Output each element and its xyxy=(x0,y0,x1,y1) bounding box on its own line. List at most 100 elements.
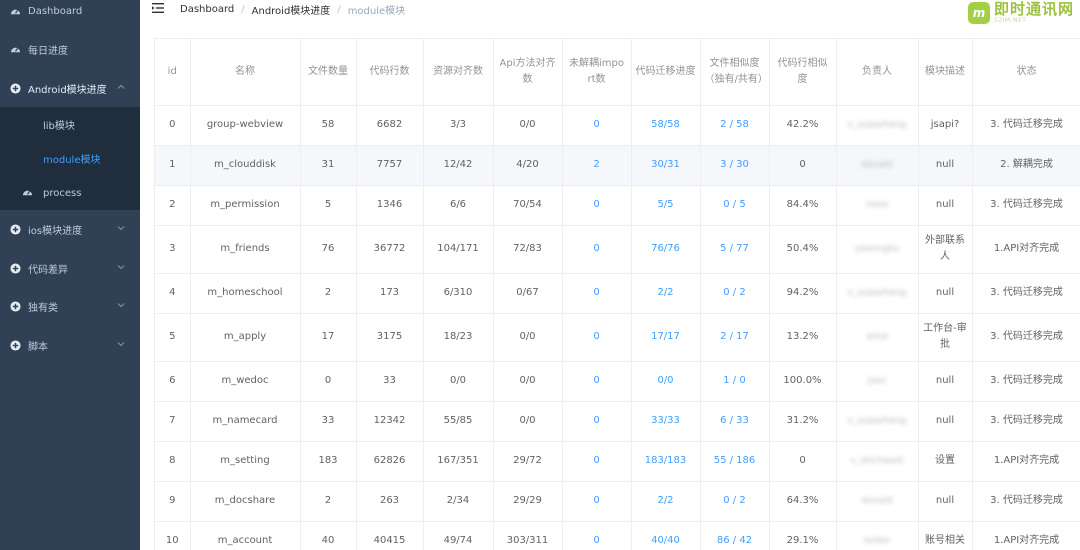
table-row[interactable]: 4 m_homeschool 2 173 6/310 0/67 0 2/2 0 / 2 94.2%… xyxy=(155,273,1080,314)
owner-name: jiaxi xyxy=(867,376,887,386)
owner-name: v_xujiazhang xyxy=(847,120,907,130)
table-row[interactable]: 2 m_permission 5 1346 6/6 70/54 0 5/5 0 / 5 84.4%… xyxy=(155,185,1080,226)
owner-name: donald xyxy=(861,160,893,170)
sidebar-item-unique-classes[interactable]: 独有类 xyxy=(0,287,140,325)
cell-text: m_apply xyxy=(223,331,267,342)
table-cell: v_xujiazhang xyxy=(836,105,919,146)
sidebar-item-dashboard[interactable]: Dashboard xyxy=(0,0,140,30)
cell-link[interactable]: 0 / 5 xyxy=(723,199,745,210)
owner-name: wind xyxy=(866,332,888,342)
sidebar-item-scripts[interactable]: 脚本 xyxy=(0,326,140,364)
sidebar-item-code-diff[interactable]: 代码差异 xyxy=(0,249,140,287)
table-row[interactable]: 6 m_wedoc 0 33 0/0 0/0 0 0/0 1 / 0 100.0% jiaxi nul… xyxy=(155,361,1080,402)
cell-link[interactable]: 33/33 xyxy=(651,415,680,426)
table-cell: 2 / 58 xyxy=(700,105,770,146)
table-cell: v_xujiazhang xyxy=(836,401,919,442)
table-cell: m_wedoc xyxy=(190,361,301,402)
cell-link[interactable]: 2/2 xyxy=(657,495,673,506)
cell-text: 13.2% xyxy=(786,331,819,342)
sidebar-item-label: 脚本 xyxy=(28,341,48,353)
cell-link[interactable]: 0 xyxy=(593,415,599,426)
cell-link[interactable]: 30/31 xyxy=(651,159,680,170)
cell-text: 29/72 xyxy=(513,455,542,466)
sidebar-subitem-lib[interactable]: lib模块 xyxy=(0,107,140,141)
hamburger-icon[interactable] xyxy=(152,2,164,14)
owner-name: donald xyxy=(861,496,893,506)
table-row[interactable]: 10 m_account 40 40415 49/74 303/311 0 40/40 86 /… xyxy=(155,521,1080,550)
cell-link[interactable]: 86 / 42 xyxy=(717,535,752,546)
breadcrumb-item-dashboard[interactable]: Dashboard xyxy=(180,4,234,15)
cell-link[interactable]: 0 xyxy=(593,535,599,546)
cell-text: 7 xyxy=(169,415,176,426)
cell-link[interactable]: 1 / 0 xyxy=(723,375,745,386)
table-cell: 3. 代码迁移完成 xyxy=(972,481,1080,522)
cell-link[interactable]: 0 xyxy=(593,243,599,254)
column-header: 状态 xyxy=(972,39,1080,106)
table-cell: 3. 代码迁移完成 xyxy=(972,401,1080,442)
cell-link[interactable]: 17/17 xyxy=(651,331,680,342)
cell-text: m_account xyxy=(217,535,273,546)
sidebar-item-daily-progress[interactable]: 每日进度 xyxy=(0,30,140,68)
cell-link[interactable]: 0 xyxy=(593,287,599,298)
cell-link[interactable]: 2/2 xyxy=(657,287,673,298)
cell-link[interactable]: 0 / 2 xyxy=(723,495,745,506)
table-row[interactable]: 8 m_setting 183 62826 167/351 29/72 0 183/183 55… xyxy=(155,441,1080,482)
logo-badge-icon: m xyxy=(967,2,990,24)
table-row[interactable]: 1 m_clouddisk 31 7757 12/42 4/20 2 30/31 3 / 30 0… xyxy=(155,145,1080,186)
cell-link[interactable]: 0 xyxy=(593,455,599,466)
cell-text: 8 xyxy=(169,455,176,466)
sidebar-subitem-label: lib模块 xyxy=(43,120,75,132)
table-cell: 0 xyxy=(562,273,632,314)
cell-text: 18/23 xyxy=(443,331,473,342)
cell-text: 3. 代码迁移完成 xyxy=(990,331,1063,342)
cell-text: 1 xyxy=(169,159,176,170)
cell-text: 3. 代码迁移完成 xyxy=(990,415,1063,426)
table-row[interactable]: 0 group-webview 58 6682 3/3 0/0 0 58/58 2 / 58 42… xyxy=(155,105,1080,146)
cell-link[interactable]: 2 / 58 xyxy=(720,119,749,130)
cell-link[interactable]: 0 xyxy=(593,375,599,386)
cell-link[interactable]: 58/58 xyxy=(651,119,680,130)
table-cell: 2 xyxy=(155,185,191,226)
cell-text: null xyxy=(935,375,955,386)
cell-link[interactable]: 76/76 xyxy=(651,243,680,254)
cell-link[interactable]: 0 xyxy=(593,495,599,506)
cell-link[interactable]: 6 / 33 xyxy=(720,415,749,426)
cell-text: 12342 xyxy=(373,415,406,426)
sidebar-subitem-process[interactable]: process xyxy=(0,176,140,210)
sidebar-subitem-module[interactable]: module模块 xyxy=(0,141,140,175)
cell-link[interactable]: 3 / 30 xyxy=(720,159,749,170)
cell-link[interactable]: 5 / 77 xyxy=(720,243,749,254)
table-row[interactable]: 9 m_docshare 2 263 2/34 29/29 0 2/2 0 / 2 64.3% do… xyxy=(155,481,1080,522)
cell-link[interactable]: 2 xyxy=(593,159,599,170)
cell-link[interactable]: 183/183 xyxy=(645,455,687,466)
cell-link[interactable]: 0 xyxy=(593,199,599,210)
cell-link[interactable]: 5/5 xyxy=(657,199,673,210)
table-cell: m_docshare xyxy=(190,481,301,522)
cell-text: 3 xyxy=(169,243,176,254)
app-root: Dashboard 每日进度 Android模块进度 lib模块 module模… xyxy=(0,0,1080,550)
cell-text: 0 xyxy=(169,119,176,130)
sidebar-item-android-progress[interactable]: Android模块进度 xyxy=(0,69,140,107)
cell-text: 76 xyxy=(321,243,335,254)
table-cell: locker xyxy=(836,521,919,550)
cell-text: 4/20 xyxy=(516,159,539,170)
logo-subtext: 52IM.NET xyxy=(993,17,1027,24)
cell-link[interactable]: 0 / 2 xyxy=(723,287,745,298)
table-cell: 账号相关 xyxy=(918,521,973,550)
table-cell: 55/85 xyxy=(423,401,494,442)
table-cell: 工作台-审批 xyxy=(918,313,973,362)
cell-link[interactable]: 0/0 xyxy=(657,375,673,386)
cell-link[interactable]: 0 xyxy=(593,119,599,130)
breadcrumb-item-android[interactable]: Android模块进度 xyxy=(252,2,331,17)
table-cell: 9 xyxy=(155,481,191,522)
dashboard-icon xyxy=(9,5,21,17)
cell-link[interactable]: 55 / 186 xyxy=(714,455,756,466)
cell-link[interactable]: 0 xyxy=(593,331,599,342)
cell-link[interactable]: 40/40 xyxy=(651,535,680,546)
cell-text: 7757 xyxy=(376,159,403,170)
cell-link[interactable]: 2 / 17 xyxy=(720,331,749,342)
table-row[interactable]: 7 m_namecard 33 12342 55/85 0/0 0 33/33 6 / 33 31… xyxy=(155,401,1080,442)
table-row[interactable]: 5 m_apply 17 3175 18/23 0/0 0 17/17 2 / 17 13.2% w… xyxy=(155,313,1080,362)
sidebar-item-ios-progress[interactable]: ios模块进度 xyxy=(0,210,140,248)
table-row[interactable]: 3 m_friends 76 36772 104/171 72/83 0 76/76 5 / 7… xyxy=(155,225,1080,274)
